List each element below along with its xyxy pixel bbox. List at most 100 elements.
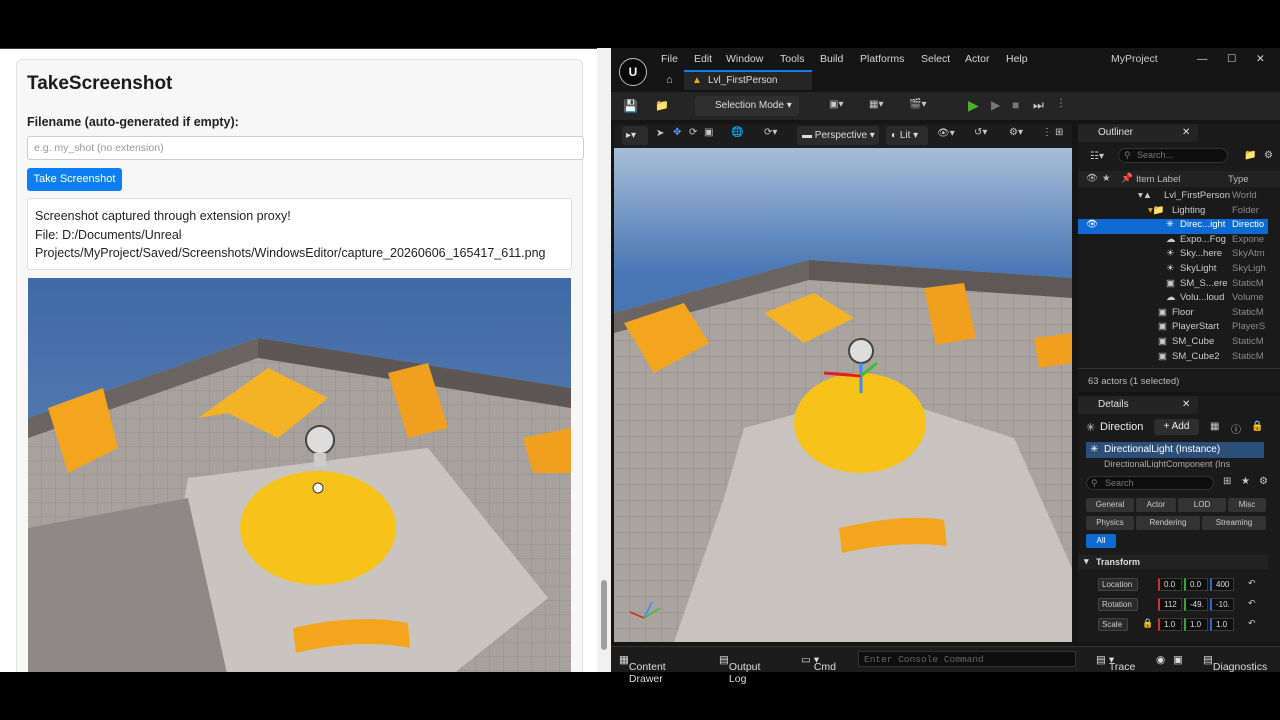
move-tool-icon[interactable]: ✥ — [673, 127, 681, 138]
selection-mode-button[interactable]: Selection Mode ▾ — [695, 96, 799, 116]
menu-actor[interactable]: Actor — [965, 53, 990, 65]
maximize-icon[interactable]: ☐ — [1227, 53, 1236, 65]
show-icon[interactable]: 👁▾ — [937, 128, 955, 139]
reset-scale-icon[interactable]: ↶ — [1248, 618, 1256, 629]
cinematics-icon[interactable]: 🎬▾ — [909, 99, 926, 110]
location-label[interactable]: Location — [1098, 578, 1138, 591]
menu-window[interactable]: Window — [726, 53, 763, 65]
outliner-row[interactable]: ▣ SM_S...ere StaticM — [1078, 278, 1268, 293]
col-item-label[interactable]: Item Label — [1136, 174, 1180, 185]
location-y[interactable]: 0.0 — [1184, 578, 1208, 591]
component-row[interactable]: DirectionalLightComponent (Ins — [1104, 460, 1266, 468]
close-icon[interactable]: ✕ — [1256, 53, 1265, 65]
reset-rotation-icon[interactable]: ↶ — [1248, 598, 1256, 609]
outliner-close-icon[interactable]: ✕ — [1182, 127, 1190, 138]
menu-platforms[interactable]: Platforms — [860, 53, 904, 65]
scale-y[interactable]: 1.0 — [1184, 618, 1208, 631]
blueprint-icon[interactable]: ▦▾ — [869, 99, 883, 110]
add-folder-icon[interactable]: 📁 — [1244, 150, 1256, 161]
outliner-row[interactable]: ▾▲ Lvl_FirstPerson World — [1078, 190, 1268, 205]
favorites-icon[interactable]: ★ — [1241, 476, 1250, 487]
details-tab[interactable]: Details ✕ — [1078, 396, 1198, 414]
play-icon[interactable]: ▶ — [968, 97, 979, 114]
scale-z[interactable]: 1.0 — [1210, 618, 1234, 631]
browse-icon[interactable]: 📁 — [655, 99, 669, 112]
table-view-icon[interactable]: ⊞ — [1223, 476, 1231, 487]
details-close-icon[interactable]: ✕ — [1182, 399, 1190, 410]
rotation-z[interactable]: -10. — [1210, 598, 1234, 611]
stop-icon[interactable]: ■ — [1012, 98, 1019, 112]
world-space-icon[interactable]: 🌐 — [731, 127, 743, 138]
filter-lod[interactable]: LOD — [1178, 498, 1226, 512]
console-input[interactable]: Enter Console Command — [858, 651, 1076, 667]
filter-rendering[interactable]: Rendering — [1136, 516, 1200, 530]
add-component-button[interactable]: + Add — [1154, 419, 1199, 435]
menu-edit[interactable]: Edit — [694, 53, 712, 65]
filter-general[interactable]: General — [1086, 498, 1134, 512]
scale-x[interactable]: 1.0 — [1158, 618, 1182, 631]
add-actor-icon[interactable]: ▣▾ — [829, 99, 843, 110]
lock-icon[interactable]: 🔒 — [1251, 421, 1263, 432]
location-z[interactable]: 400 — [1210, 578, 1234, 591]
outliner-row-selected[interactable]: 👁 ✳ Direc...ight Directio — [1078, 219, 1268, 234]
menu-file[interactable]: File — [661, 53, 678, 65]
take-screenshot-button[interactable]: Take Screenshot — [27, 168, 122, 191]
viewport-more-icon[interactable]: ⋮ — [1042, 127, 1052, 138]
level-viewport[interactable] — [614, 148, 1072, 642]
content-drawer-button[interactable]: ▦ Content Drawer — [619, 654, 666, 685]
help-icon[interactable]: ⓘ — [1231, 421, 1241, 436]
realtime-icon[interactable]: ↺▾ — [974, 127, 987, 138]
visibility-icon[interactable]: 👁 — [1086, 219, 1098, 230]
reset-location-icon[interactable]: ↶ — [1248, 578, 1256, 589]
more-options-icon[interactable]: ⋮ — [1056, 98, 1066, 109]
menu-tools[interactable]: Tools — [780, 53, 805, 65]
browser-scrollbar[interactable] — [597, 48, 611, 672]
outliner-row[interactable]: ☀ Sky...here SkyAtm — [1078, 248, 1268, 263]
lit-button[interactable]: ◐ Lit ▾ — [886, 126, 928, 145]
details-settings-icon[interactable]: ⚙ — [1259, 476, 1268, 487]
outliner-row[interactable]: ▣ Floor StaticM — [1078, 307, 1268, 322]
filter-icon[interactable]: ☷▾ — [1090, 151, 1104, 162]
rotation-y[interactable]: -49. — [1184, 598, 1208, 611]
outliner-row[interactable]: ☁ Expo...Fog Expone — [1078, 234, 1268, 249]
blueprint-icon[interactable]: ▦ — [1210, 421, 1219, 432]
filter-all[interactable]: All — [1086, 534, 1116, 548]
outliner-search-input[interactable]: ⚲ Search... — [1118, 148, 1228, 163]
outliner-tab[interactable]: Outliner ✕ — [1078, 124, 1198, 142]
rotation-label[interactable]: Rotation — [1098, 598, 1138, 611]
settings-icon[interactable]: ⚙▾ — [1009, 127, 1023, 138]
rotation-x[interactable]: 112 — [1158, 598, 1182, 611]
outliner-row[interactable]: ▣ SM_Cube2 StaticM — [1078, 351, 1268, 366]
camera-icon[interactable]: ▣ — [1173, 654, 1183, 666]
outliner-row[interactable]: ▾📁 Lighting Folder — [1078, 205, 1268, 220]
filter-streaming[interactable]: Streaming — [1202, 516, 1266, 530]
layout-icon[interactable]: ⊞ — [1055, 127, 1063, 138]
level-tab[interactable]: ▲ Lvl_FirstPerson — [684, 70, 812, 90]
scale-lock-icon[interactable]: 🔒 — [1142, 618, 1153, 629]
col-type[interactable]: Type — [1228, 174, 1249, 185]
outliner-row[interactable]: ☀ SkyLight SkyLigh — [1078, 263, 1268, 278]
minimize-icon[interactable]: — — [1197, 53, 1208, 65]
filename-input[interactable]: e.g. my_shot (no extension) — [27, 136, 584, 160]
cmd-dropdown[interactable]: ▭ Cmd ▾ — [801, 654, 836, 673]
select-tool-icon[interactable]: ➤ — [656, 128, 664, 139]
transform-menu-icon[interactable]: ▸▾ — [622, 126, 648, 145]
outliner-row[interactable]: ▣ SM_Cube StaticM — [1078, 336, 1268, 351]
trace-button[interactable]: ▤ Trace ▾ — [1096, 654, 1135, 673]
scrollbar-thumb[interactable] — [601, 580, 607, 650]
rotate-tool-icon[interactable]: ⟳ — [689, 127, 697, 138]
eject-icon[interactable]: ⏭ — [1033, 98, 1044, 113]
filter-misc[interactable]: Misc — [1228, 498, 1266, 512]
details-search-input[interactable]: ⚲ Search — [1086, 476, 1214, 490]
actor-name[interactable]: Direction — [1100, 421, 1143, 433]
outliner-row[interactable]: ☁ Volu...loud Volume — [1078, 292, 1268, 307]
scale-tool-icon[interactable]: ▣ — [704, 127, 713, 138]
perspective-button[interactable]: ▬ Perspective ▾ — [797, 126, 879, 145]
filter-physics[interactable]: Physics — [1086, 516, 1134, 530]
menu-help[interactable]: Help — [1006, 53, 1028, 65]
record-icon[interactable]: ◉ — [1156, 654, 1165, 666]
outliner-row[interactable]: ▣ PlayerStart PlayerS — [1078, 321, 1268, 336]
step-icon[interactable]: ▶ — [991, 98, 1000, 112]
location-x[interactable]: 0.0 — [1158, 578, 1182, 591]
transform-section[interactable]: ▾ Transform — [1078, 555, 1268, 569]
